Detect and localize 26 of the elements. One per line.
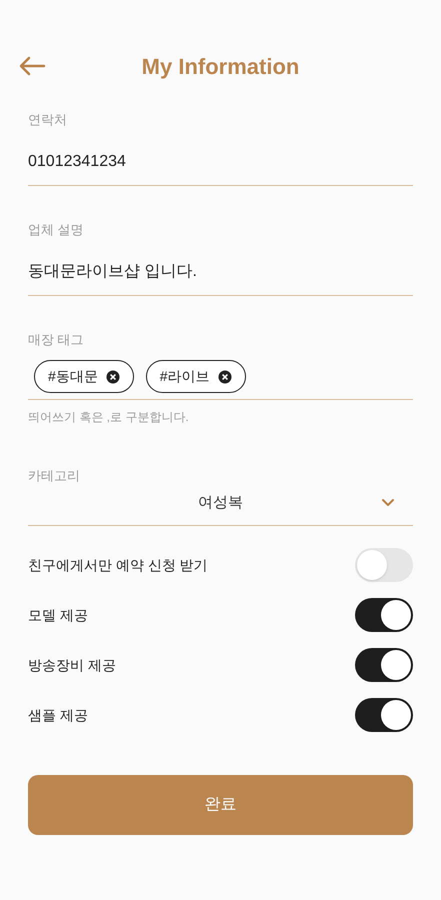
tag-chip[interactable]: #동대문 bbox=[34, 360, 134, 393]
tag-text: #라이브 bbox=[160, 367, 210, 386]
field-label: 연락처 bbox=[28, 111, 68, 129]
input-field[interactable]: 동대문라이브샵 입니다. bbox=[28, 260, 413, 296]
category-dropdown[interactable]: 여성복 bbox=[28, 492, 413, 526]
field-label: 카테고리 bbox=[28, 467, 81, 485]
field-label: 매장 태그 bbox=[28, 331, 85, 349]
page-title: My Information bbox=[142, 52, 300, 81]
remove-icon[interactable] bbox=[218, 370, 232, 384]
toggle-label: 모델 제공 bbox=[28, 606, 88, 624]
field-label: 업체 설명 bbox=[28, 221, 85, 239]
tag-chip[interactable]: #라이브 bbox=[146, 360, 246, 393]
toggle-switch[interactable] bbox=[355, 648, 413, 682]
toggle-label: 방송장비 제공 bbox=[28, 656, 116, 674]
back-arrow-icon bbox=[18, 56, 46, 76]
tag-text: #동대문 bbox=[48, 367, 98, 386]
tag-input-field[interactable]: #동대문 #라이브 bbox=[28, 360, 413, 400]
toggle-switch[interactable] bbox=[355, 548, 413, 582]
toggle-switch[interactable] bbox=[355, 598, 413, 632]
toggle-label: 친구에게서만 예약 신청 받기 bbox=[28, 556, 208, 574]
chevron-down-icon bbox=[381, 498, 395, 508]
input-field[interactable]: 01012341234 bbox=[28, 150, 413, 186]
toggle-switch[interactable] bbox=[355, 698, 413, 732]
toggle-label: 샘플 제공 bbox=[28, 706, 88, 724]
remove-icon[interactable] bbox=[106, 370, 120, 384]
hint-text: 띄어쓰기 혹은 ,로 구분합니다. bbox=[28, 409, 190, 426]
